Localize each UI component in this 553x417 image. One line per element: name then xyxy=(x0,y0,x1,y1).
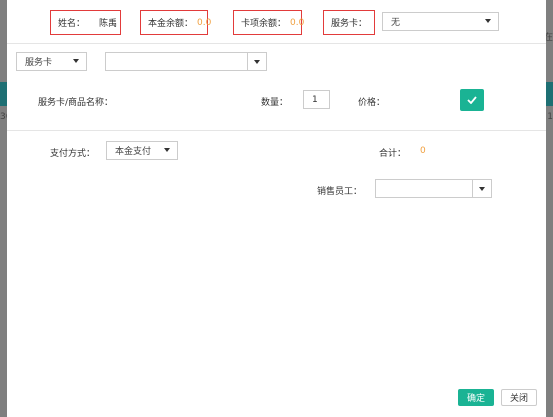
checkmark-icon xyxy=(467,96,477,104)
chevron-down-icon xyxy=(485,19,491,23)
total-value: 0 xyxy=(420,146,426,156)
card-balance-box: 卡项余额： 0.0 xyxy=(233,10,305,35)
sales-staff-combo[interactable] xyxy=(375,179,492,198)
quantity-label: 数量： xyxy=(261,98,289,108)
service-card-select-value: 无 xyxy=(391,18,401,28)
payment-modal: 姓名： 陈禹 本金余额： 0.0 卡项余额： 0.0 服务卡： 无 服务卡 服务… xyxy=(7,0,546,417)
confirm-item-button[interactable] xyxy=(460,89,484,111)
principal-balance-box: 本金余额： 0.0 xyxy=(140,10,212,35)
ok-button[interactable]: 确定 xyxy=(458,389,494,406)
service-card-box: 服务卡： xyxy=(323,10,375,35)
customer-name-box: 姓名： 陈禹 xyxy=(50,10,121,35)
customer-name-value: 陈禹 xyxy=(99,19,118,29)
payment-method-select[interactable]: 本金支付 xyxy=(106,141,178,160)
divider-top xyxy=(7,43,546,44)
principal-balance-label: 本金余额： xyxy=(148,19,194,29)
combo-separator xyxy=(247,53,248,70)
close-button[interactable]: 关闭 xyxy=(501,389,537,406)
background-text-right: 1 xyxy=(547,112,553,122)
combo-separator xyxy=(472,180,473,197)
chevron-down-icon xyxy=(73,59,79,63)
item-type-select-value: 服务卡 xyxy=(25,58,53,68)
payment-method-label: 支付方式： xyxy=(50,149,96,159)
card-balance-value: 0.0 xyxy=(290,17,305,28)
payment-method-value: 本金支付 xyxy=(115,147,152,157)
total-label: 合计： xyxy=(379,149,407,159)
chevron-down-icon[interactable] xyxy=(254,60,260,64)
quantity-input[interactable]: 1 xyxy=(303,90,330,109)
card-balance-label: 卡项余额： xyxy=(241,19,287,29)
chevron-down-icon xyxy=(164,148,170,152)
price-label: 价格： xyxy=(358,98,386,108)
sales-staff-label: 销售员工： xyxy=(317,187,363,197)
quantity-value: 1 xyxy=(312,94,318,105)
principal-balance-value: 0.0 xyxy=(197,17,212,28)
chevron-down-icon[interactable] xyxy=(479,187,485,191)
service-card-label: 服务卡： xyxy=(331,19,368,29)
service-card-select[interactable]: 无 xyxy=(382,12,499,31)
item-type-select[interactable]: 服务卡 xyxy=(16,52,87,71)
divider-middle xyxy=(7,130,546,131)
product-name-label: 服务卡/商品名称： xyxy=(38,98,114,108)
product-search-combo[interactable] xyxy=(105,52,267,71)
customer-name-label: 姓名： xyxy=(58,19,86,29)
